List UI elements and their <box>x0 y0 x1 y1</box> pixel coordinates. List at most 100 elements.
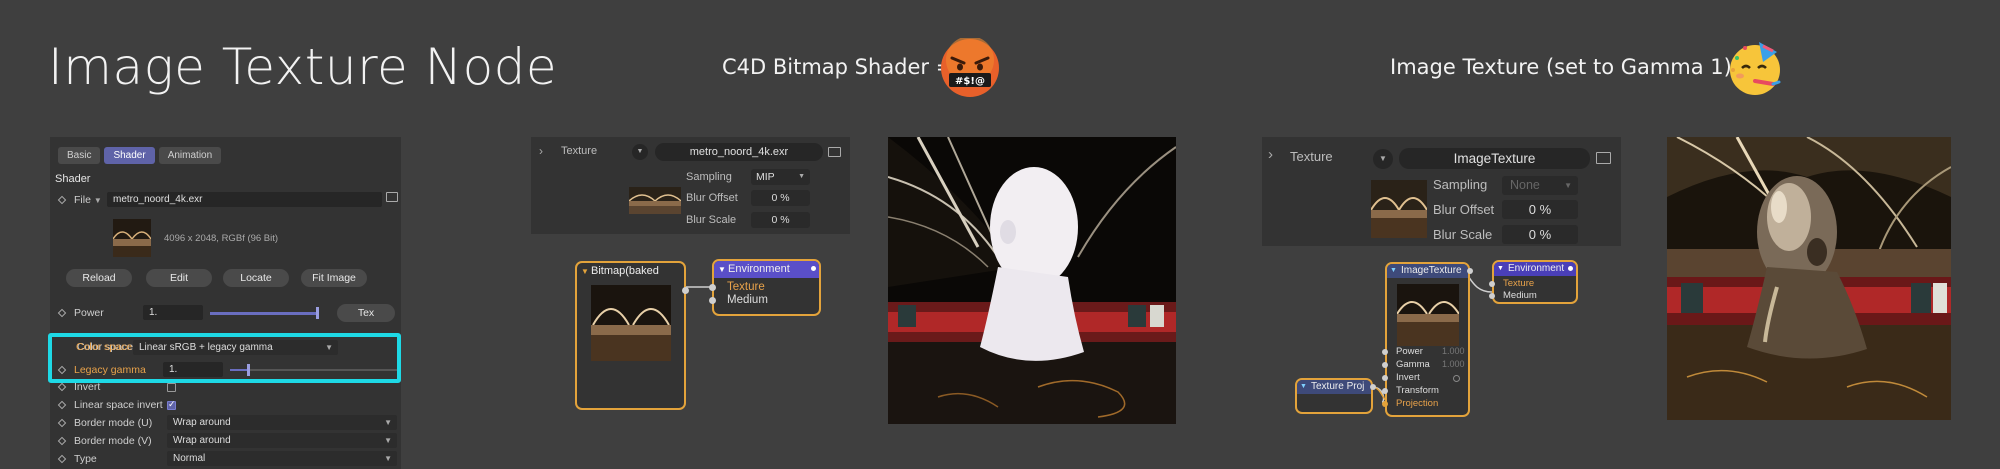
sampling-dropdown[interactable]: None ▼ <box>1502 176 1578 195</box>
environment-node[interactable]: ▼ Environment Texture Medium <box>709 259 821 316</box>
collapse-triangle-icon[interactable]: ▼ <box>1497 262 1504 276</box>
rs-texture-panel: › Texture ▼ ImageTexture Sampling None ▼… <box>1262 137 1621 246</box>
texture-menu-button[interactable]: ▼ <box>1373 149 1393 169</box>
emoji-grawlix-text: #$!@ <box>955 76 985 87</box>
render-preview-image-texture <box>1667 137 1951 420</box>
environment-output-port[interactable] <box>811 266 816 271</box>
power-input-port[interactable] <box>1382 349 1388 355</box>
rs-texture-input-port[interactable] <box>1489 281 1495 287</box>
power-port-value: 1.000 <box>1442 346 1465 356</box>
border-mode-v-label: Border mode (V) <box>74 435 152 447</box>
blur-scale-label: Blur Scale <box>686 214 737 226</box>
file-label: File <box>74 194 91 206</box>
texture-input-port[interactable] <box>709 284 716 291</box>
texture-projection-node-title: Texture Proj <box>1311 381 1365 392</box>
projection-port-label: Projection <box>1396 398 1439 409</box>
texture-projection-output-port[interactable] <box>1370 384 1376 390</box>
type-value: Normal <box>173 453 206 464</box>
c4d-texture-panel: › Texture ▼ metro_noord_4k.exr Sampling … <box>531 137 850 234</box>
sampling-label: Sampling <box>1433 177 1488 192</box>
texture-file-field[interactable]: metro_noord_4k.exr <box>655 143 823 161</box>
image-texture-output-port[interactable] <box>1467 268 1473 274</box>
rs-environment-node[interactable]: ▼ Environment Texture Medium <box>1489 260 1578 304</box>
folder-icon[interactable] <box>1596 152 1611 164</box>
sampling-value: MIP <box>756 171 775 183</box>
invert-port-label: Invert <box>1396 372 1420 383</box>
collapse-triangle-icon[interactable]: ▼ <box>1300 380 1307 394</box>
border-mode-v-value: Wrap around <box>173 435 231 446</box>
expand-arrow-icon[interactable]: › <box>1268 146 1273 163</box>
file-path-field[interactable]: metro_noord_4k.exr <box>107 192 382 207</box>
locate-button[interactable]: Locate <box>223 269 289 287</box>
texture-label: Texture <box>561 145 598 157</box>
collapse-triangle-icon[interactable]: ▼ <box>718 261 726 278</box>
blur-offset-field[interactable]: 0 % <box>751 190 810 206</box>
tex-button[interactable]: Tex <box>337 304 395 322</box>
caption-image-texture: Image Texture (set to Gamma 1) = <box>1390 55 1757 79</box>
texture-projection-node-header: ▼ Texture Proj <box>1297 380 1371 394</box>
keyframe-diamond-icon[interactable] <box>57 195 67 205</box>
tab-shader[interactable]: Shader <box>104 147 155 164</box>
bitmap-node[interactable]: ▼ Bitmap(baked <box>575 261 689 410</box>
chevron-down-icon: ▼ <box>384 436 392 445</box>
gamma-input-port[interactable] <box>1382 362 1388 368</box>
texture-file-field[interactable]: ImageTexture <box>1399 148 1590 169</box>
partying-face-emoji <box>1725 38 1785 98</box>
sampling-dropdown[interactable]: MIP ▼ <box>751 169 810 185</box>
border-mode-u-dropdown[interactable]: Wrap around ▼ <box>167 415 397 430</box>
projection-input-port[interactable] <box>1382 401 1388 407</box>
blur-scale-field[interactable]: 0 % <box>751 212 810 228</box>
tab-basic[interactable]: Basic <box>58 147 101 164</box>
edit-button[interactable]: Edit <box>146 269 212 287</box>
medium-input-port[interactable] <box>709 297 716 304</box>
render-preview-c4d-bitmap <box>888 137 1176 424</box>
keyframe-diamond-icon[interactable] <box>57 454 67 464</box>
border-mode-v-dropdown[interactable]: Wrap around ▼ <box>167 433 397 448</box>
border-mode-u-value: Wrap around <box>173 417 231 428</box>
file-chevron-down-icon[interactable]: ▼ <box>94 196 102 205</box>
power-slider-track[interactable] <box>210 312 318 315</box>
chevron-down-icon: ▼ <box>1564 181 1572 190</box>
blur-offset-label: Blur Offset <box>1433 202 1495 217</box>
collapse-triangle-icon[interactable]: ▼ <box>1390 264 1397 278</box>
bitmap-output-port[interactable] <box>682 287 689 294</box>
linear-space-invert-checkbox[interactable] <box>167 399 176 410</box>
tab-animation[interactable]: Animation <box>158 147 222 164</box>
invert-input-port[interactable] <box>1382 375 1388 381</box>
linear-space-invert-label: Linear space invert <box>74 399 163 411</box>
texture-preview-thumbnail <box>1371 180 1427 238</box>
blur-offset-field[interactable]: 0 % <box>1502 200 1578 219</box>
keyframe-diamond-icon[interactable] <box>57 382 67 392</box>
type-dropdown[interactable]: Normal ▼ <box>167 451 397 466</box>
cursing-face-emoji: #$!@ <box>940 38 1000 98</box>
folder-icon[interactable] <box>828 147 841 157</box>
texture-label: Texture <box>1290 149 1333 164</box>
keyframe-diamond-icon[interactable] <box>57 436 67 446</box>
collapse-triangle-icon[interactable]: ▼ <box>581 263 589 280</box>
reload-button[interactable]: Reload <box>66 269 132 287</box>
texture-projection-node[interactable]: ▼ Texture Proj <box>1295 378 1376 414</box>
transform-input-port[interactable] <box>1382 388 1388 394</box>
texture-menu-button[interactable]: ▼ <box>632 144 648 160</box>
transform-port-label: Transform <box>1396 385 1439 396</box>
keyframe-diamond-icon[interactable] <box>57 418 67 428</box>
invert-checkbox[interactable] <box>167 383 176 392</box>
power-slider-handle[interactable] <box>316 307 319 319</box>
chevron-down-icon: ▼ <box>384 454 392 463</box>
expand-arrow-icon[interactable]: › <box>539 144 543 158</box>
fit-image-button[interactable]: Fit Image <box>301 269 367 287</box>
caption-c4d-bitmap: C4D Bitmap Shader = <box>722 55 954 79</box>
rs-medium-input-port[interactable] <box>1489 293 1495 299</box>
keyframe-diamond-icon[interactable] <box>57 400 67 410</box>
rs-environment-node-header: ▼ Environment <box>1494 262 1576 276</box>
rs-environment-output-port[interactable] <box>1568 266 1573 271</box>
image-texture-node[interactable]: ▼ ImageTexture Power 1.000 Gamma 1.000 I… <box>1382 262 1473 417</box>
chevron-down-icon: ▼ <box>798 173 805 180</box>
power-input[interactable]: 1. <box>143 305 203 320</box>
keyframe-diamond-icon[interactable] <box>57 308 67 318</box>
folder-icon[interactable] <box>386 192 398 202</box>
blur-scale-field[interactable]: 0 % <box>1502 225 1578 244</box>
environment-node-header: ▼ Environment <box>714 261 819 278</box>
image-texture-node-header: ▼ ImageTexture <box>1387 264 1468 278</box>
invert-toggle[interactable] <box>1453 375 1460 382</box>
